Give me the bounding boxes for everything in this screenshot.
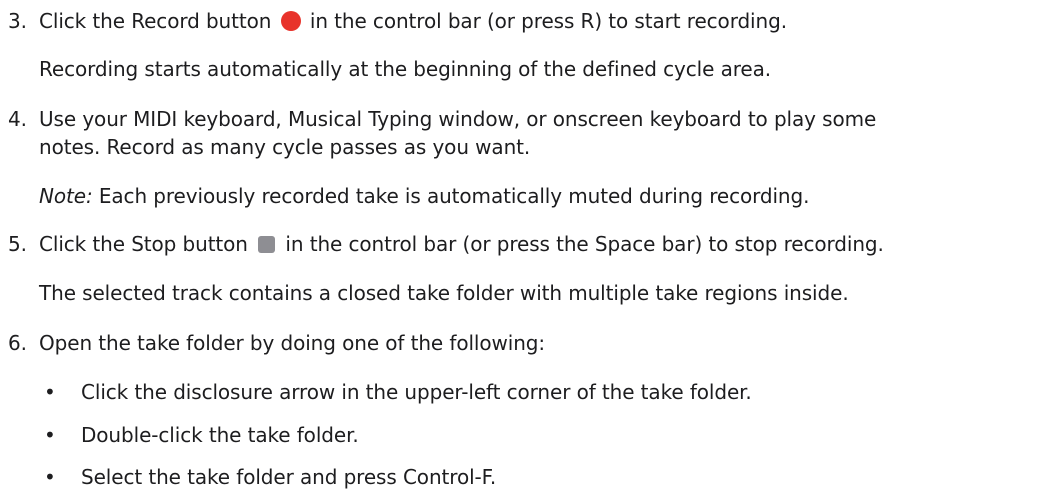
bullet-3-text: Select the take folder and press Control…	[81, 465, 497, 489]
bullet-1-glyph: •	[44, 380, 56, 404]
record-button-icon	[280, 11, 301, 31]
bullet-3-glyph: •	[44, 465, 56, 489]
step-3-number: 3.	[8, 9, 27, 33]
step-5-text-after: in the control bar (or press the Space b…	[285, 232, 884, 256]
bullet-2-glyph: •	[44, 423, 56, 447]
note-label: Note:	[39, 184, 93, 208]
instructions-page: 3. Click the Record button in the contro…	[0, 0, 1049, 499]
step-4-number: 4.	[8, 107, 27, 131]
step-6-text: Open the take folder by doing one of the…	[39, 331, 546, 355]
step-4-line1: Use your MIDI keyboard, Musical Typing w…	[39, 107, 877, 131]
step-5-text: Click the Stop button in the control bar…	[39, 232, 884, 256]
step-4-line2: notes. Record as many cycle passes as yo…	[39, 135, 531, 159]
bullet-2-text: Double-click the take folder.	[81, 423, 359, 447]
note-text: Each previously recorded take is automat…	[98, 184, 810, 208]
bullet-1-text: Click the disclosure arrow in the upper-…	[81, 380, 752, 404]
step-5-followup: The selected track contains a closed tak…	[39, 281, 849, 305]
step-3-text-after: in the control bar (or press R) to start…	[309, 9, 787, 33]
step-5-text-before: Click the Stop button	[39, 232, 248, 256]
step-6-number: 6.	[8, 331, 27, 355]
step-3-text: Click the Record button in the control b…	[39, 9, 787, 33]
step-3-followup: Recording starts automatically at the be…	[39, 57, 772, 81]
step-3-text-before: Click the Record button	[39, 9, 272, 33]
stop-button-icon	[258, 236, 276, 253]
step-5-number: 5.	[8, 232, 27, 256]
step-4-note: Note: Each previously recorded take is a…	[39, 184, 809, 208]
